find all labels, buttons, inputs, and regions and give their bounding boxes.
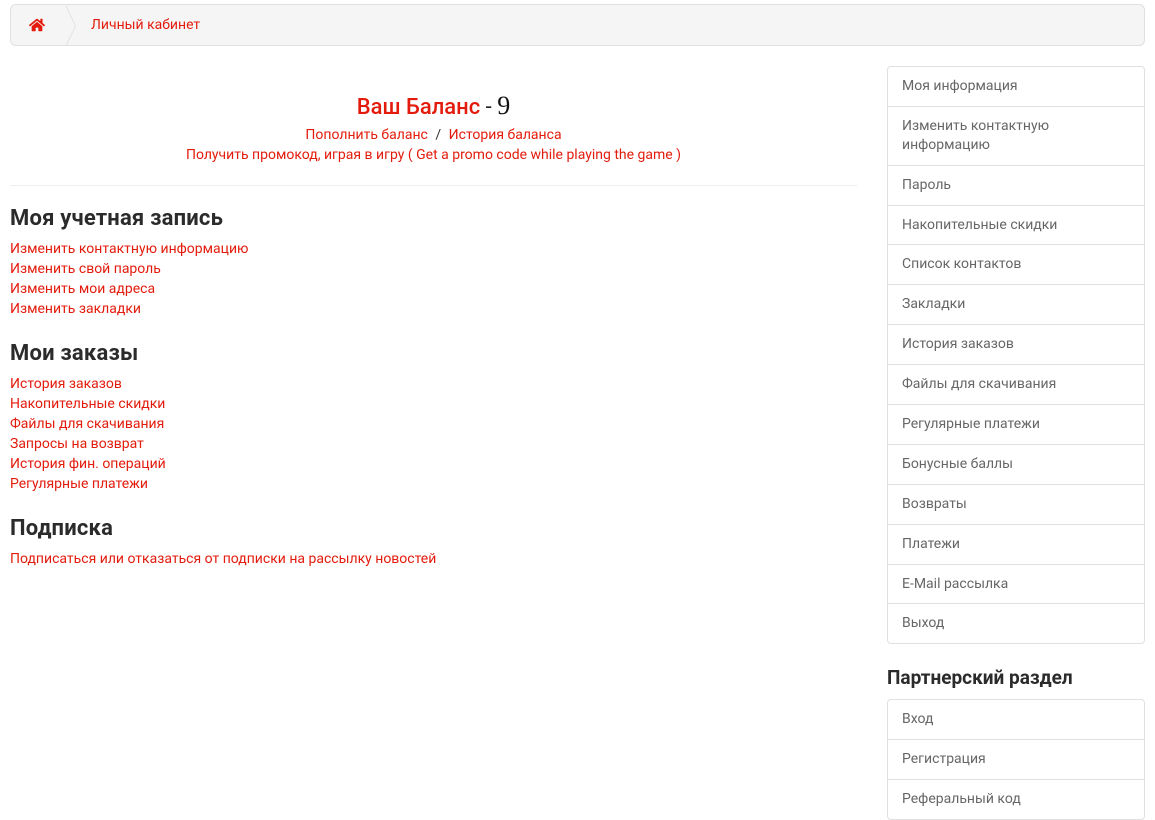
account-links: Изменить контактную информацию Изменить … (10, 241, 857, 317)
account-link-addresses[interactable]: Изменить мои адреса (10, 281, 155, 297)
subscription-links: Подписаться или отказаться от подписки н… (10, 551, 857, 567)
main-content: Ваш Баланс - 9 Пополнить баланс / Истори… (10, 66, 857, 820)
sidebar-item-returns[interactable]: Возвраты (888, 485, 1144, 525)
section-subscription-title: Подписка (10, 516, 857, 541)
orders-link-returns[interactable]: Запросы на возврат (10, 436, 144, 452)
sidebar-item-reward[interactable]: Накопительные скидки (888, 206, 1144, 246)
sidebar-item-newsletter[interactable]: E-Mail рассылка (888, 565, 1144, 605)
sidebar-item-order-history[interactable]: История заказов (888, 325, 1144, 365)
balance-dash: - (480, 95, 497, 120)
sidebar-item-logout[interactable]: Выход (888, 604, 1144, 643)
sidebar-item-bookmarks[interactable]: Закладки (888, 285, 1144, 325)
affiliate-item-login[interactable]: Вход (888, 700, 1144, 740)
sidebar-item-password[interactable]: Пароль (888, 166, 1144, 206)
sidebar-affiliate-title: Партнерский раздел (887, 666, 1145, 689)
sidebar-item-downloads[interactable]: Файлы для скачивания (888, 365, 1144, 405)
balance-value: 9 (497, 91, 510, 120)
orders-link-history[interactable]: История заказов (10, 376, 122, 392)
orders-links: История заказов Накопительные скидки Фай… (10, 376, 857, 492)
section-account: Моя учетная запись Изменить контактную и… (10, 206, 857, 317)
sidebar-item-recurring[interactable]: Регулярные платежи (888, 405, 1144, 445)
sidebar-item-edit-contact[interactable]: Изменить контактную информацию (888, 107, 1144, 166)
promo-link[interactable]: Получить промокод, играя в игру ( Get a … (186, 147, 681, 163)
section-account-title: Моя учетная запись (10, 206, 857, 231)
balance-title: Ваш Баланс (357, 95, 480, 120)
sidebar-item-bonus[interactable]: Бонусные баллы (888, 445, 1144, 485)
affiliate-item-tracking[interactable]: Реферальный код (888, 780, 1144, 819)
breadcrumb-current[interactable]: Личный кабинет (65, 5, 220, 45)
account-link-password[interactable]: Изменить свой пароль (10, 261, 161, 277)
section-orders-title: Мои заказы (10, 341, 857, 366)
subscription-link-newsletter[interactable]: Подписаться или отказаться от подписки н… (10, 551, 436, 567)
sidebar-item-my-info[interactable]: Моя информация (888, 67, 1144, 107)
sidebar-item-payments[interactable]: Платежи (888, 525, 1144, 565)
orders-link-recurring[interactable]: Регулярные платежи (10, 476, 148, 492)
affiliate-item-register[interactable]: Регистрация (888, 740, 1144, 780)
orders-link-reward[interactable]: Накопительные скидки (10, 396, 165, 412)
breadcrumb: Личный кабинет (10, 4, 1145, 46)
balance-block: Ваш Баланс - 9 Пополнить баланс / Истори… (10, 66, 857, 186)
sidebar: Моя информация Изменить контактную инфор… (887, 66, 1145, 820)
sidebar-affiliate-list: Вход Регистрация Реферальный код (887, 699, 1145, 820)
breadcrumb-home[interactable] (11, 5, 65, 45)
section-orders: Мои заказы История заказов Накопительные… (10, 341, 857, 492)
orders-link-transactions[interactable]: История фин. операций (10, 456, 166, 472)
sidebar-main-list: Моя информация Изменить контактную инфор… (887, 66, 1145, 644)
balance-history-link[interactable]: История баланса (449, 127, 562, 143)
orders-link-downloads[interactable]: Файлы для скачивания (10, 416, 164, 432)
topup-balance-link[interactable]: Пополнить баланс (305, 127, 427, 143)
home-icon (29, 17, 45, 33)
section-subscription: Подписка Подписаться или отказаться от п… (10, 516, 857, 567)
sidebar-item-contacts[interactable]: Список контактов (888, 245, 1144, 285)
account-link-contact[interactable]: Изменить контактную информацию (10, 241, 248, 257)
balance-separator: / (435, 127, 441, 143)
account-link-bookmarks[interactable]: Изменить закладки (10, 301, 141, 317)
